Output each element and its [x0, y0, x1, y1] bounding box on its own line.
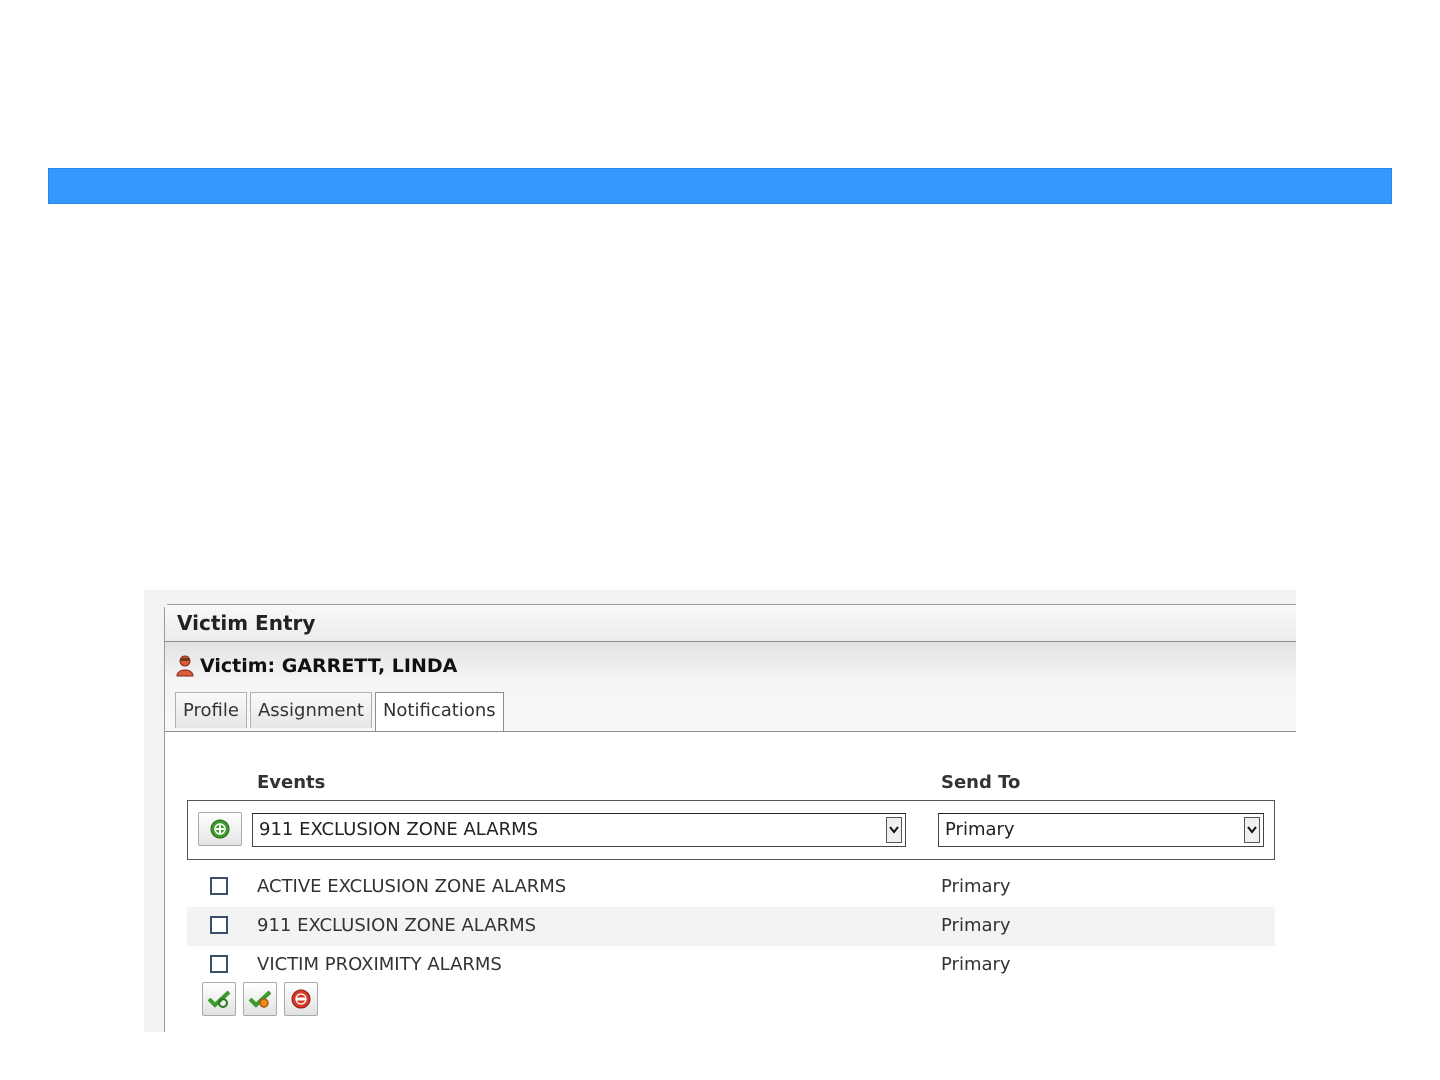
tab-notifications[interactable]: Notifications [374, 692, 504, 731]
row-event: 911 EXCLUSION ZONE ALARMS [257, 915, 537, 936]
victim-name: Victim: GARRETT, LINDA [200, 655, 458, 677]
tab-profile[interactable]: Profile [175, 692, 247, 728]
row-checkbox[interactable] [210, 916, 228, 934]
row-event: ACTIVE EXCLUSION ZONE ALARMS [257, 876, 567, 897]
chevron-down-icon[interactable] [1244, 817, 1260, 843]
victim-entry-panel: Victim Entry Victim: GARRETT, LINDA Prof… [164, 604, 1296, 1032]
row-event: VICTIM PROXIMITY ALARMS [257, 954, 502, 975]
row-checkbox[interactable] [210, 877, 228, 895]
panel-title: Victim Entry [165, 605, 1296, 642]
row-checkbox[interactable] [210, 955, 228, 973]
event-select-value: 911 EXCLUSION ZONE ALARMS [259, 819, 539, 840]
add-notification-button[interactable] [198, 812, 242, 846]
save-button[interactable] [202, 982, 236, 1016]
victim-name-line: Victim: GARRETT, LINDA [175, 654, 457, 678]
save-check-icon [207, 990, 231, 1008]
table-row: 911 EXCLUSION ZONE ALARMS Primary [187, 907, 1275, 946]
victim-header: Victim: GARRETT, LINDA Profile Assignmen… [165, 642, 1296, 732]
tab-bar: Profile Assignment Notifications [175, 692, 507, 731]
send-to-column-header: Send To [941, 772, 1021, 793]
remove-icon [291, 989, 311, 1009]
event-select[interactable]: 911 EXCLUSION ZONE ALARMS [252, 813, 906, 847]
top-banner [48, 168, 1392, 204]
table-row: ACTIVE EXCLUSION ZONE ALARMS Primary [187, 868, 1275, 907]
action-toolbar [202, 982, 318, 1016]
send-to-select[interactable]: Primary [938, 813, 1264, 847]
add-icon [210, 819, 230, 839]
send-to-select-value: Primary [945, 819, 1015, 840]
chevron-down-icon[interactable] [886, 817, 902, 843]
save-alt-button[interactable] [243, 982, 277, 1016]
remove-button[interactable] [284, 982, 318, 1016]
events-column-header: Events [257, 772, 326, 793]
row-send-to: Primary [941, 876, 1011, 897]
new-notification-row: 911 EXCLUSION ZONE ALARMS Primary [187, 800, 1275, 860]
save-check-alt-icon [248, 990, 272, 1008]
app-screenshot: Victim Entry Victim: GARRETT, LINDA Prof… [144, 590, 1296, 1032]
tab-assignment[interactable]: Assignment [249, 692, 372, 728]
table-row: VICTIM PROXIMITY ALARMS Primary [187, 946, 1275, 985]
row-send-to: Primary [941, 954, 1011, 975]
row-send-to: Primary [941, 915, 1011, 936]
person-icon [176, 655, 194, 677]
